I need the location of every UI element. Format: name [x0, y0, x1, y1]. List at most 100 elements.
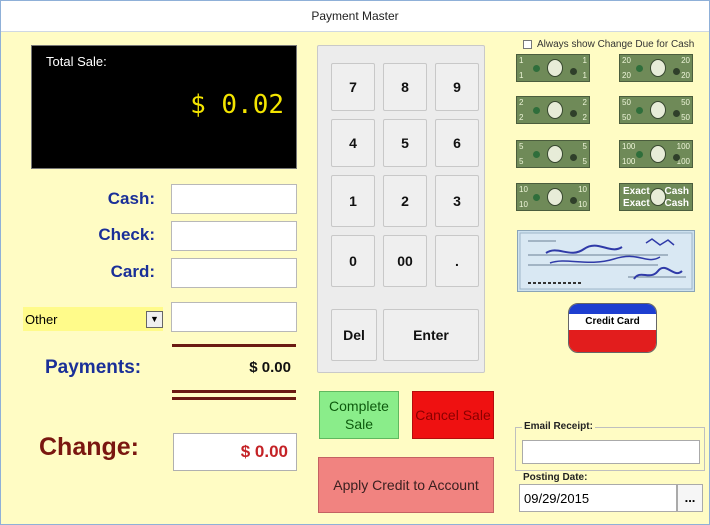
total-divider-top	[172, 390, 296, 393]
bill-value: 1	[519, 71, 524, 80]
check-payment-button[interactable]	[517, 230, 695, 292]
window-title: Payment Master	[1, 1, 709, 32]
seal-icon	[570, 110, 577, 117]
exact-cash-button[interactable]: Exact Cash Exact Cash	[619, 183, 693, 211]
key-9[interactable]: 9	[435, 63, 479, 111]
bill-value: 100	[676, 142, 690, 151]
bill-value: 10	[519, 185, 528, 194]
payments-divider	[172, 344, 296, 347]
enter-button[interactable]: Enter	[383, 309, 479, 361]
portrait-icon	[650, 59, 666, 77]
bill-value: 1	[519, 56, 524, 65]
seal-icon	[570, 154, 577, 161]
bill-value: 2	[582, 113, 587, 122]
always-show-change-checkbox[interactable]	[523, 40, 532, 49]
email-receipt-group: Email Receipt:	[515, 421, 705, 471]
seal-icon	[636, 107, 643, 114]
bill-value: 2	[519, 98, 524, 107]
other-payment-type-value: Other	[25, 311, 58, 327]
bill-value: 20	[681, 71, 690, 80]
key-4[interactable]: 4	[331, 119, 375, 167]
credit-card-stripe-bottom	[569, 330, 656, 352]
payment-master-window: Payment Master Total Sale: $ 0.02 Cash: …	[0, 0, 710, 525]
date-picker-button[interactable]: ...	[677, 484, 703, 512]
bill-value: 10	[578, 200, 587, 209]
bill-value: 5	[582, 157, 587, 166]
total-sale-label: Total Sale:	[46, 54, 107, 69]
posting-date-label: Posting Date:	[523, 472, 588, 483]
cash-bill-2[interactable]: 2 2 2 2	[516, 96, 590, 124]
change-value: $ 0.00	[173, 433, 297, 471]
key-5[interactable]: 5	[383, 119, 427, 167]
other-payment-type-select[interactable]: Other ▼	[23, 307, 163, 331]
portrait-icon	[547, 188, 563, 206]
seal-icon	[533, 107, 540, 114]
complete-sale-button[interactable]: Complete Sale	[319, 391, 399, 439]
portrait-icon	[650, 188, 666, 206]
bill-value: 50	[681, 98, 690, 107]
email-receipt-input[interactable]	[522, 440, 700, 464]
cash-bill-1[interactable]: 1 1 1 1	[516, 54, 590, 82]
bill-value: 20	[622, 71, 631, 80]
bill-value: 20	[681, 56, 690, 65]
bill-value: 50	[622, 98, 631, 107]
credit-card-button[interactable]: Credit Card	[568, 303, 657, 353]
key-decimal[interactable]: .	[435, 235, 479, 287]
bill-value: 10	[519, 200, 528, 209]
key-6[interactable]: 6	[435, 119, 479, 167]
seal-icon	[673, 68, 680, 75]
payments-value: $ 0.00	[249, 359, 291, 376]
email-receipt-label: Email Receipt:	[522, 421, 595, 432]
bill-value: 100	[622, 142, 636, 151]
check-input[interactable]	[171, 221, 297, 251]
bill-value: 1	[582, 56, 587, 65]
exact-label: Exact	[623, 186, 650, 197]
total-sale-display: Total Sale: $ 0.02	[31, 45, 297, 169]
card-label: Card:	[110, 262, 155, 281]
posting-date-input[interactable]	[519, 484, 677, 512]
credit-card-stripe-top	[569, 304, 656, 314]
bill-value: 50	[622, 113, 631, 122]
key-3[interactable]: 3	[435, 175, 479, 227]
always-show-change-option[interactable]: Always show Change Due for Cash	[523, 39, 694, 50]
key-00[interactable]: 00	[383, 235, 427, 287]
key-1[interactable]: 1	[331, 175, 375, 227]
apply-credit-button[interactable]: Apply Credit to Account	[318, 457, 494, 513]
card-input[interactable]	[171, 258, 297, 288]
check-label: Check:	[98, 225, 155, 244]
cash-bill-5[interactable]: 5 5 5 5	[516, 140, 590, 168]
key-7[interactable]: 7	[331, 63, 375, 111]
delete-button[interactable]: Del	[331, 309, 377, 361]
cash-bill-10[interactable]: 10 10 10 10	[516, 183, 590, 211]
bill-value: 5	[519, 157, 524, 166]
cash-bill-20[interactable]: 20 20 20 20	[619, 54, 693, 82]
other-payment-input[interactable]	[171, 302, 297, 332]
seal-icon	[570, 197, 577, 204]
seal-icon	[533, 151, 540, 158]
payments-label: Payments:	[45, 357, 142, 378]
total-sale-value: $ 0.02	[190, 90, 284, 120]
bill-value: 2	[582, 98, 587, 107]
exact-label: Exact	[623, 198, 650, 209]
bill-value: 5	[519, 142, 524, 151]
seal-icon	[533, 194, 540, 201]
bill-value: 20	[622, 56, 631, 65]
total-divider-bottom	[172, 397, 296, 400]
cash-label-tag: Cash	[664, 198, 689, 209]
cancel-sale-button[interactable]: Cancel Sale	[412, 391, 494, 439]
cash-bill-100[interactable]: 100 100 100 100	[619, 140, 693, 168]
bill-value: 100	[622, 157, 636, 166]
seal-icon	[673, 154, 680, 161]
bill-value: 2	[519, 113, 524, 122]
seal-icon	[570, 68, 577, 75]
key-0[interactable]: 0	[331, 235, 375, 287]
chevron-down-icon[interactable]: ▼	[146, 310, 163, 328]
always-show-change-label: Always show Change Due for Cash	[537, 39, 695, 50]
seal-icon	[533, 65, 540, 72]
key-2[interactable]: 2	[383, 175, 427, 227]
credit-card-label: Credit Card	[569, 314, 656, 330]
cash-input[interactable]	[171, 184, 297, 214]
key-8[interactable]: 8	[383, 63, 427, 111]
cash-bill-50[interactable]: 50 50 50 50	[619, 96, 693, 124]
change-label: Change:	[39, 433, 139, 461]
